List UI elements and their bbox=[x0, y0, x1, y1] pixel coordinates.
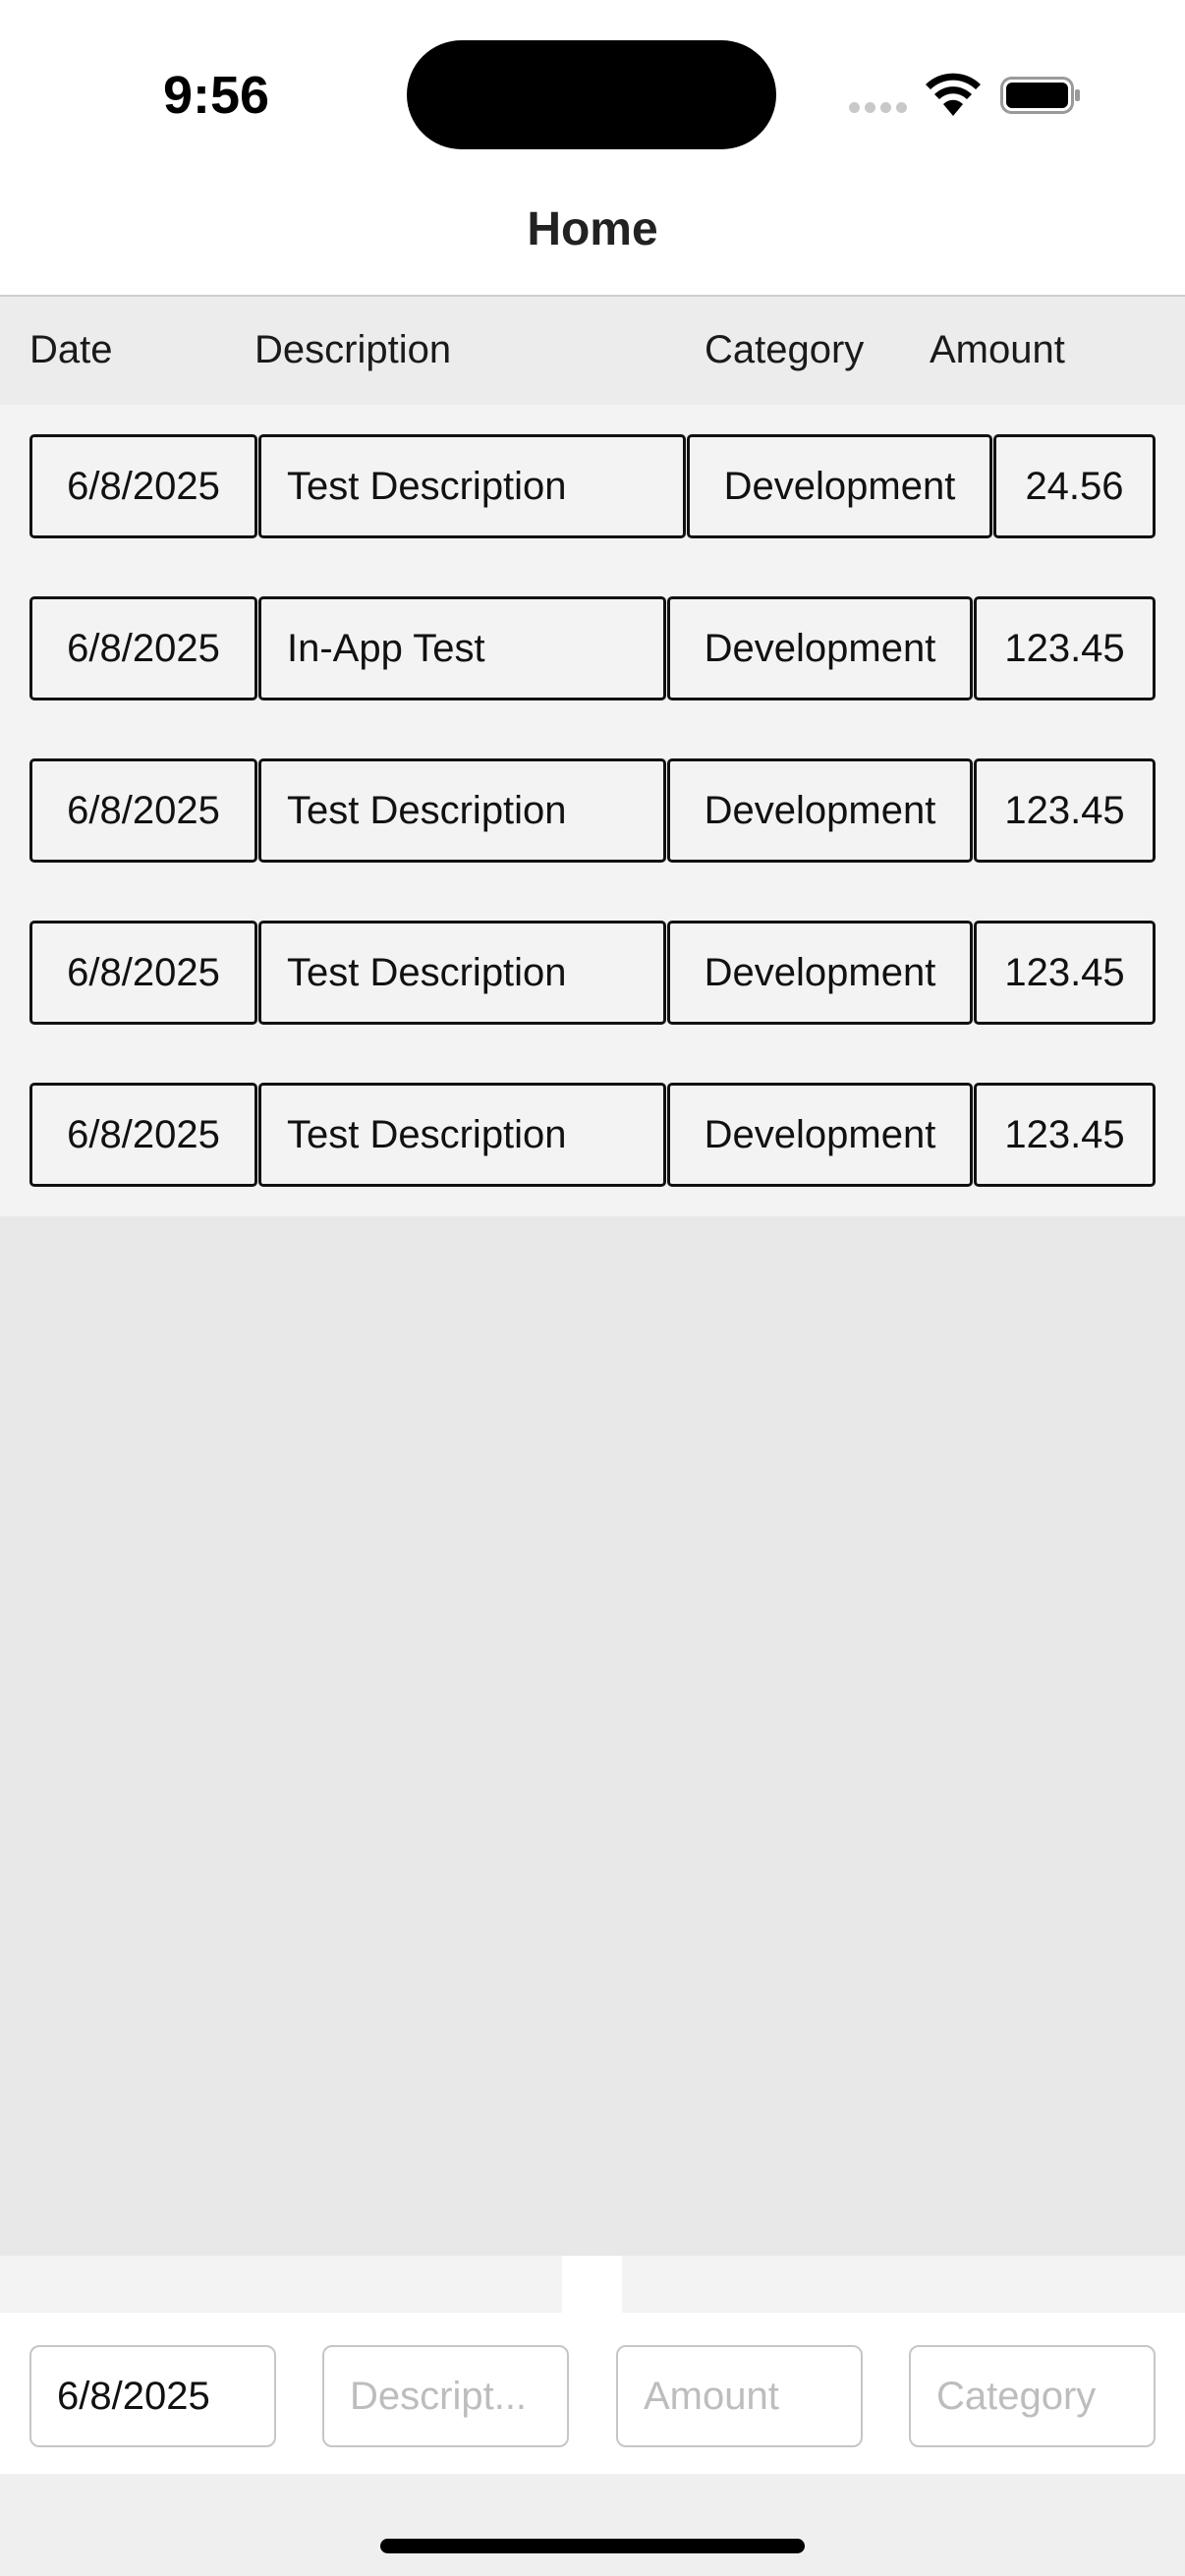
cell-date[interactable]: 6/8/2025 bbox=[29, 434, 257, 538]
strip-gap bbox=[562, 2256, 622, 2313]
cellular-signal-icon bbox=[849, 102, 907, 113]
table-row[interactable]: 6/8/2025 In-App Test Development 123.45 bbox=[0, 596, 1185, 700]
wifi-icon bbox=[926, 73, 981, 116]
cell-date[interactable]: 6/8/2025 bbox=[29, 596, 257, 700]
amount-input[interactable] bbox=[616, 2345, 863, 2447]
table-row[interactable]: 6/8/2025 Test Description Development 12… bbox=[0, 1083, 1185, 1187]
home-indicator[interactable] bbox=[380, 2539, 805, 2553]
entry-input-bar bbox=[0, 2313, 1185, 2474]
column-header-description: Description bbox=[254, 328, 452, 371]
cell-amount[interactable]: 24.56 bbox=[993, 434, 1156, 538]
cell-description[interactable]: Test Description bbox=[258, 758, 666, 863]
cell-category[interactable]: Development bbox=[667, 1083, 973, 1187]
column-header-amount: Amount bbox=[930, 328, 1065, 371]
cell-amount[interactable]: 123.45 bbox=[974, 758, 1156, 863]
page-title: Home bbox=[527, 203, 658, 255]
cell-category[interactable]: Development bbox=[667, 596, 973, 700]
status-time: 9:56 bbox=[163, 66, 270, 125]
cell-category[interactable]: Development bbox=[667, 921, 973, 1025]
cell-date[interactable]: 6/8/2025 bbox=[29, 1083, 257, 1187]
home-indicator-area bbox=[0, 2474, 1185, 2576]
input-divider-strip bbox=[0, 2256, 1185, 2313]
cell-category[interactable]: Development bbox=[687, 434, 992, 538]
expense-table: 6/8/2025 Test Description Development 24… bbox=[0, 405, 1185, 1216]
category-input[interactable] bbox=[909, 2345, 1156, 2447]
navigation-bar: Home bbox=[0, 177, 1185, 297]
cell-description[interactable]: Test Description bbox=[258, 1083, 666, 1187]
description-input[interactable] bbox=[322, 2345, 569, 2447]
column-header-category: Category bbox=[705, 328, 865, 371]
table-row[interactable]: 6/8/2025 Test Description Development 12… bbox=[0, 758, 1185, 863]
cell-amount[interactable]: 123.45 bbox=[974, 1083, 1156, 1187]
cell-date[interactable]: 6/8/2025 bbox=[29, 758, 257, 863]
cell-description[interactable]: Test Description bbox=[258, 434, 686, 538]
cell-amount[interactable]: 123.45 bbox=[974, 921, 1156, 1025]
date-input[interactable] bbox=[29, 2345, 276, 2447]
cell-date[interactable]: 6/8/2025 bbox=[29, 921, 257, 1025]
empty-content-area bbox=[0, 1216, 1185, 2256]
status-bar: 9:56 bbox=[0, 0, 1185, 177]
column-header-date: Date bbox=[29, 328, 113, 371]
cell-amount[interactable]: 123.45 bbox=[974, 596, 1156, 700]
battery-icon bbox=[1000, 77, 1080, 114]
cell-description[interactable]: In-App Test bbox=[258, 596, 666, 700]
table-row[interactable]: 6/8/2025 Test Description Development 24… bbox=[0, 434, 1185, 538]
cell-category[interactable]: Development bbox=[667, 758, 973, 863]
cell-description[interactable]: Test Description bbox=[258, 921, 666, 1025]
table-header: Date Description Category Amount bbox=[0, 297, 1185, 405]
table-row[interactable]: 6/8/2025 Test Description Development 12… bbox=[0, 921, 1185, 1025]
dynamic-island bbox=[407, 40, 776, 149]
